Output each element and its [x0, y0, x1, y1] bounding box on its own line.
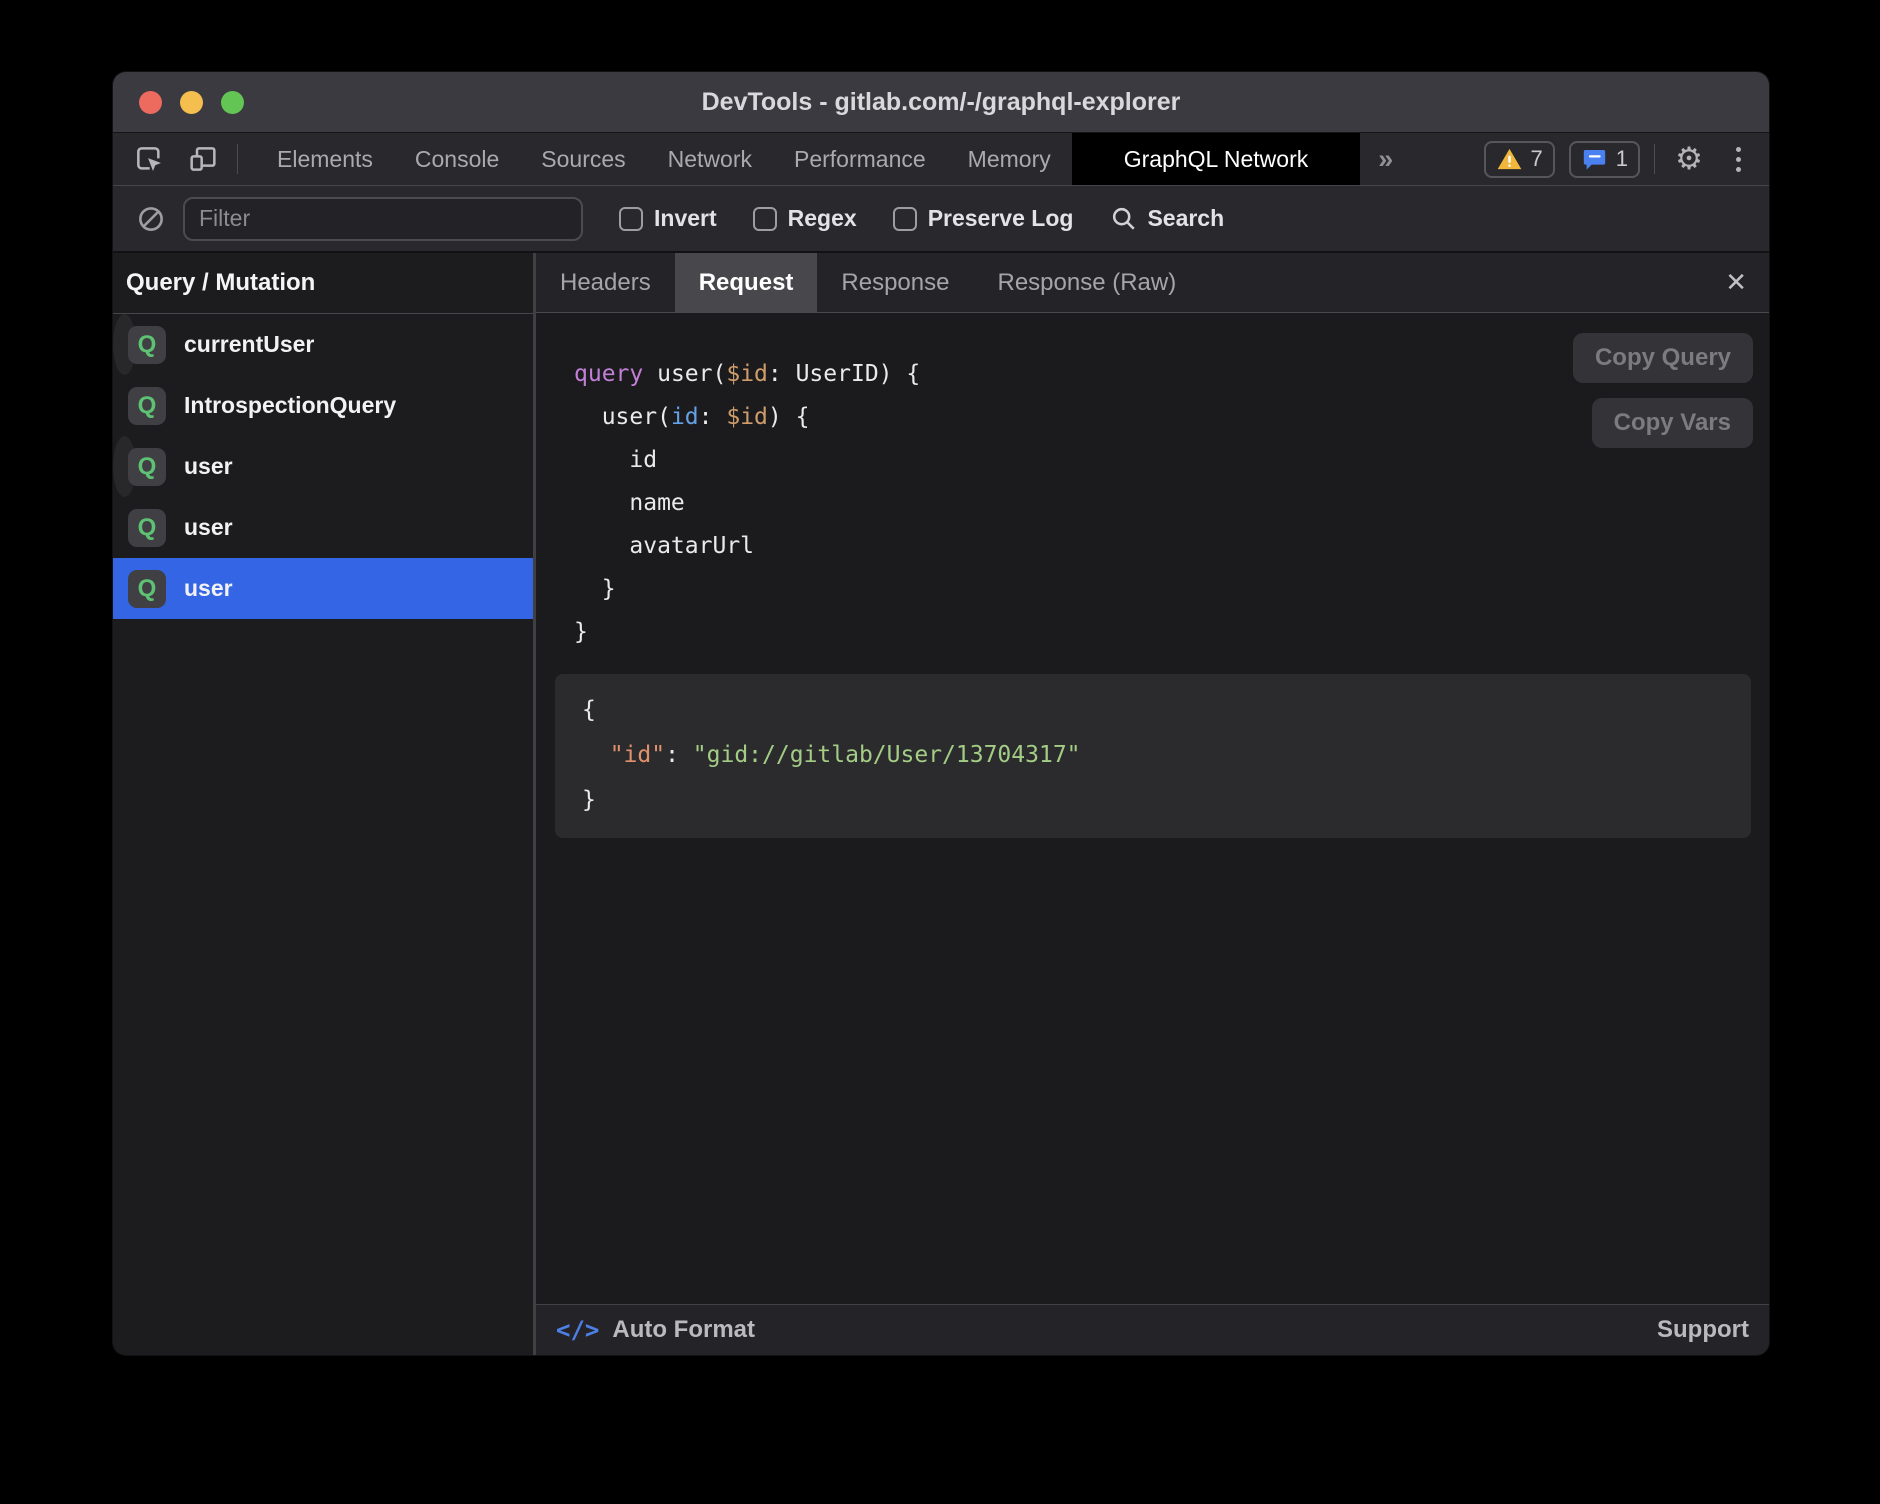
- warnings-badge[interactable]: 7: [1484, 141, 1555, 178]
- query-list-item-user-2[interactable]: Q user: [113, 497, 533, 558]
- filter-bar: Invert Regex Preserve Log Search: [113, 185, 1769, 253]
- query-list-item-currentUser[interactable]: Q currentUser: [113, 314, 136, 375]
- json-string-value: "gid://gitlab/User/13704317": [693, 742, 1081, 768]
- invert-checkbox-group: Invert: [619, 205, 717, 232]
- code-variable: $id: [726, 361, 768, 387]
- clear-block-icon[interactable]: [131, 199, 171, 239]
- devtools-toolbar: Elements Console Sources Network Perform…: [113, 133, 1769, 185]
- regex-label: Regex: [788, 205, 857, 232]
- filter-input[interactable]: [183, 197, 583, 241]
- code-argument: id: [671, 404, 699, 430]
- tab-response[interactable]: Response: [817, 253, 973, 312]
- tab-sources[interactable]: Sources: [520, 133, 646, 185]
- search-control[interactable]: Search: [1109, 204, 1224, 233]
- toolbar-separator-2: [1654, 144, 1655, 174]
- more-options-kebab-icon[interactable]: [1723, 147, 1753, 172]
- query-type-badge: Q: [128, 570, 166, 608]
- query-type-badge: Q: [128, 509, 166, 547]
- variables-json: { "id": "gid://gitlab/User/13704317"}: [555, 674, 1751, 823]
- auto-format-button[interactable]: Auto Format: [612, 1316, 755, 1344]
- query-type-badge: Q: [128, 387, 166, 425]
- devtools-window: DevTools - gitlab.com/-/graphql-explorer: [113, 72, 1769, 1355]
- tab-graphql-network[interactable]: GraphQL Network: [1072, 133, 1361, 185]
- query-list-item-label: user: [184, 514, 233, 541]
- request-content: query user($id: UserID) { user(id: $id) …: [536, 313, 1769, 1304]
- query-list-panel: Query / Mutation Q currentUser Q Introsp…: [113, 253, 533, 1355]
- search-icon: [1109, 204, 1138, 233]
- query-list-item-introspectionquery[interactable]: Q IntrospectionQuery: [113, 375, 533, 436]
- preserve-log-checkbox-group: Preserve Log: [893, 205, 1074, 232]
- graphql-query-code: query user($id: UserID) { user(id: $id) …: [574, 353, 1769, 654]
- query-list-item-label: user: [184, 575, 233, 602]
- tab-elements[interactable]: Elements: [256, 133, 394, 185]
- regex-checkbox[interactable]: [753, 207, 777, 231]
- query-type-badge: Q: [128, 448, 166, 486]
- message-icon: [1581, 146, 1608, 173]
- tab-headers[interactable]: Headers: [536, 253, 675, 312]
- close-detail-icon[interactable]: ✕: [1703, 253, 1769, 312]
- main-split: Query / Mutation Q currentUser Q Introsp…: [113, 253, 1769, 1355]
- warning-count: 7: [1531, 146, 1543, 172]
- tab-request[interactable]: Request: [675, 253, 818, 312]
- query-type-badge: Q: [128, 326, 166, 364]
- json-key: "id": [610, 742, 665, 768]
- tab-network[interactable]: Network: [647, 133, 773, 185]
- query-list-item-label: currentUser: [184, 331, 314, 358]
- query-list-item-user-1[interactable]: Q user: [113, 436, 136, 497]
- code-format-icon: </>: [556, 1316, 599, 1344]
- query-list-header: Query / Mutation: [113, 253, 533, 314]
- title-bar: DevTools - gitlab.com/-/graphql-explorer: [113, 72, 1769, 133]
- code-keyword: query: [574, 361, 643, 387]
- code-variable: $id: [726, 404, 768, 430]
- detail-tabs: Headers Request Response Response (Raw) …: [536, 253, 1769, 313]
- toolbar-icons: [113, 133, 237, 185]
- invert-label: Invert: [654, 205, 717, 232]
- tab-memory[interactable]: Memory: [947, 133, 1072, 185]
- screenshot-stage: DevTools - gitlab.com/-/graphql-explorer: [0, 0, 1880, 1504]
- panel-tabs: Elements Console Sources Network Perform…: [256, 133, 1360, 185]
- issues-count: 1: [1616, 146, 1628, 172]
- query-list-item-user-3-selected[interactable]: Q user: [113, 558, 533, 619]
- detail-footer: </> Auto Format Support: [536, 1304, 1769, 1355]
- more-tabs-chevron-icon[interactable]: »: [1360, 133, 1409, 185]
- toolbar-right-controls: 7 1 ⚙: [1484, 133, 1770, 185]
- invert-checkbox[interactable]: [619, 207, 643, 231]
- regex-checkbox-group: Regex: [753, 205, 857, 232]
- query-list-item-label: IntrospectionQuery: [184, 392, 396, 419]
- variables-box: { "id": "gid://gitlab/User/13704317"}: [555, 674, 1751, 838]
- query-list-item-label: user: [184, 453, 233, 480]
- tab-console[interactable]: Console: [394, 133, 520, 185]
- window-title: DevTools - gitlab.com/-/graphql-explorer: [113, 88, 1769, 117]
- preserve-log-checkbox[interactable]: [893, 207, 917, 231]
- copy-query-button[interactable]: Copy Query: [1573, 333, 1753, 383]
- support-link[interactable]: Support: [1657, 1316, 1749, 1344]
- device-toolbar-icon[interactable]: [183, 139, 223, 179]
- inspect-element-icon[interactable]: [129, 139, 169, 179]
- warning-icon: [1496, 146, 1523, 173]
- request-detail-panel: Headers Request Response Response (Raw) …: [536, 253, 1769, 1355]
- settings-gear-icon[interactable]: ⚙: [1669, 139, 1709, 179]
- toolbar-separator: [237, 144, 238, 174]
- tab-performance[interactable]: Performance: [773, 133, 947, 185]
- copy-vars-button[interactable]: Copy Vars: [1592, 398, 1753, 448]
- preserve-log-label: Preserve Log: [928, 205, 1074, 232]
- tab-response-raw[interactable]: Response (Raw): [973, 253, 1200, 312]
- issues-badge[interactable]: 1: [1569, 141, 1640, 178]
- search-label: Search: [1147, 205, 1224, 232]
